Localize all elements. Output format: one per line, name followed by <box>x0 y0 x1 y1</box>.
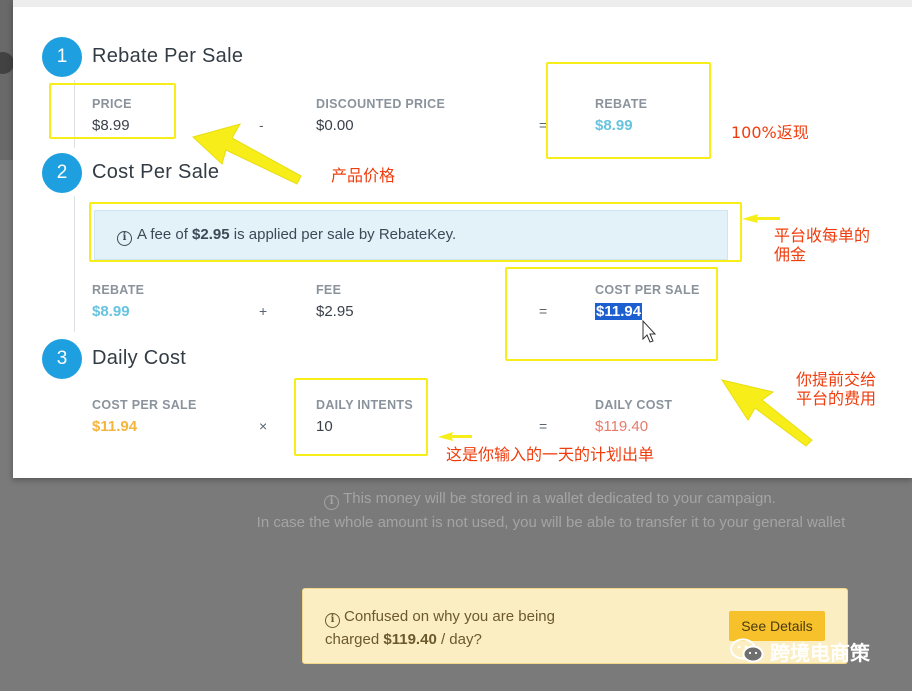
annotation-product-price: 产品价格 <box>331 166 396 185</box>
rebate-value: $8.99 <box>92 303 130 320</box>
annotation-box-daily-intents <box>294 378 428 456</box>
minus-operator: - <box>259 117 264 133</box>
annotation-box-price <box>49 83 176 139</box>
daily-cost-value: $119.40 <box>595 418 649 435</box>
discounted-price-label: DISCOUNTED PRICE <box>316 97 446 111</box>
equals-operator: = <box>539 418 548 434</box>
annotation-box-rebate <box>546 62 711 159</box>
cost-per-sale-label: COST PER SALE <box>92 398 197 412</box>
watermark-text: 跨境电商策 <box>770 640 870 665</box>
daily-cost-label: DAILY COST <box>595 398 673 412</box>
fee-label: FEE <box>316 283 342 297</box>
annotation-box-cost-per-sale <box>505 267 718 361</box>
annotation-box-fee <box>89 202 742 262</box>
multiply-operator: × <box>259 418 268 434</box>
annotation-platform-fee: 平台收每单的 佣金 <box>774 226 871 264</box>
cost-per-sale-value: $11.94 <box>92 418 138 435</box>
step-1-badge: 1 <box>42 37 82 77</box>
plus-operator: + <box>259 303 268 319</box>
step-2-title: Cost Per Sale <box>92 161 220 183</box>
step-connector <box>74 196 75 332</box>
watermark: 跨境电商策 <box>730 636 870 666</box>
rebate-label: REBATE <box>92 283 145 297</box>
annotation-daily-plan: 这是你输入的一天的计划出单 <box>446 445 655 464</box>
discounted-price-value: $0.00 <box>316 117 354 134</box>
step-1-title: Rebate Per Sale <box>92 45 244 67</box>
step-3-badge: 3 <box>42 339 82 379</box>
fee-value: $2.95 <box>316 303 354 320</box>
annotation-rebate-100: 100%返现 <box>731 123 809 142</box>
wechat-icon <box>730 638 764 663</box>
step-2-badge: 2 <box>42 153 82 193</box>
step-3-title: Daily Cost <box>92 347 187 369</box>
annotation-prepay: 你提前交给 平台的费用 <box>796 370 877 408</box>
modal-top-border <box>13 0 912 7</box>
